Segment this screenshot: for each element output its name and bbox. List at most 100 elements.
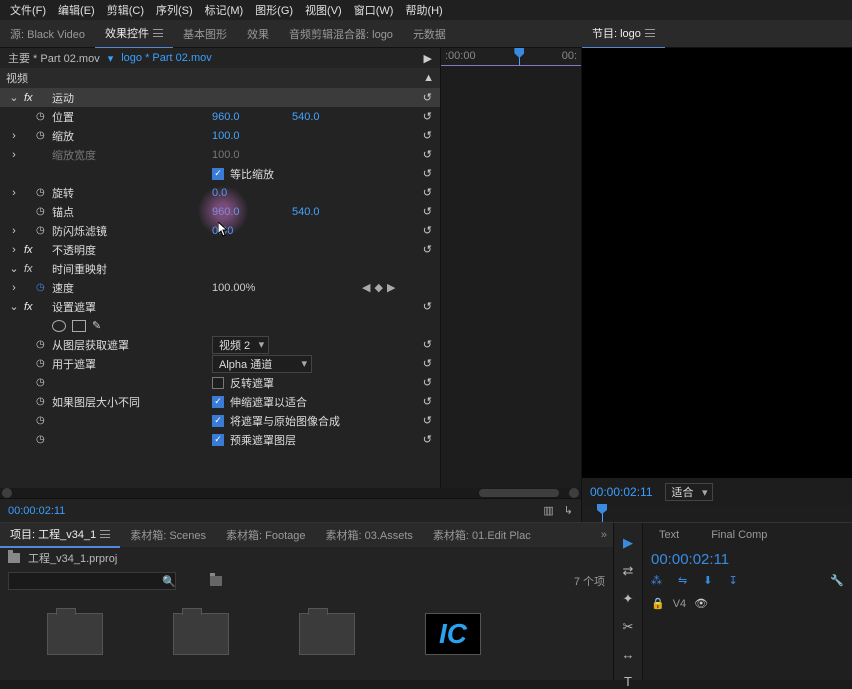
effect-timeremap[interactable]: ⌄fx 时间重映射 [0,259,440,278]
reset-takematte[interactable]: ↺ [406,338,436,351]
marker-add-icon[interactable]: ⬇ [703,574,712,587]
bin-item-2[interactable] [166,613,236,660]
prop-use-for-matte[interactable]: ◷ 用于遮罩 Alpha 通道 ↺ [0,354,440,373]
slip-tool-icon[interactable]: ↔ [622,647,635,662]
prop-premult[interactable]: ◷ 预乘遮罩图层 ↺ [0,430,440,449]
premult-checkbox[interactable] [212,434,224,446]
razor-tool-icon[interactable]: ✂ [623,619,634,635]
anchor-y[interactable]: 540.0 [292,206,362,218]
prop-composite[interactable]: ◷ 将遮罩与原始图像合成 ↺ [0,411,440,430]
ec-scroll[interactable] [0,488,581,498]
reset-scale[interactable]: ↺ [406,129,436,142]
tab-program[interactable]: 节目: logo [582,19,665,49]
program-playhead[interactable] [602,506,603,522]
logo-item[interactable]: IC [418,613,488,660]
menu-graphics[interactable]: 图形(G) [249,0,299,20]
tab-source[interactable]: 源: Black Video [0,20,95,48]
anchor-x[interactable]: 960.0 [212,206,292,218]
reset-motion[interactable]: ↺ [406,91,436,104]
stopwatch-icon[interactable]: ◷ [36,130,52,141]
reset-uniform[interactable]: ↺ [406,167,436,180]
search-icon[interactable]: 🔍 [162,575,176,588]
ec-keyframe-area[interactable] [441,66,581,488]
reset-opacity[interactable]: ↺ [406,243,436,256]
reset-invert[interactable]: ↺ [406,376,436,389]
bin-item-1[interactable] [40,613,110,660]
menu-help[interactable]: 帮助(H) [399,0,448,20]
prop-antiflicker[interactable]: ›◷ 防闪烁滤镜 0.00 ↺ [0,221,440,240]
pen-mask-icon[interactable]: ✎ [92,319,101,332]
reset-antiflicker[interactable]: ↺ [406,224,436,237]
snap-icon[interactable]: ⁂ [651,574,662,587]
reset-stretch[interactable]: ↺ [406,395,436,408]
menu-file[interactable]: 文件(F) [4,0,52,20]
program-ruler[interactable] [582,506,852,522]
timeline-tab-text[interactable]: Text [643,525,695,545]
tab-essential-graphics[interactable]: 基本图形 [173,20,237,48]
track-select-tool-icon[interactable]: ⇄ [623,563,634,579]
tab-metadata[interactable]: 元数据 [403,20,456,48]
timeline-timecode[interactable]: 00:00:02:11 [643,547,852,572]
reset-composite[interactable]: ↺ [406,414,436,427]
program-menu-icon[interactable] [645,29,655,37]
stopwatch-icon[interactable]: ◷ [36,206,52,217]
wrench-icon[interactable]: ↳ [564,504,573,517]
ellipse-mask-icon[interactable] [52,320,66,332]
reset-anchor[interactable]: ↺ [406,205,436,218]
scroll-knob-right[interactable] [569,488,579,498]
program-viewer[interactable] [582,48,852,478]
effect-motion[interactable]: ⌄fx 运动 ↺ [0,88,440,107]
tab-effect-controls[interactable]: 效果控件 [95,19,173,49]
parent-clip[interactable]: 主要 * Part 02.mov [8,50,100,66]
eye-icon[interactable]: 👁 [694,597,708,610]
project-search-input[interactable] [8,572,176,590]
next-keyframe-icon[interactable]: ▶ [387,281,395,294]
add-keyframe-icon[interactable]: ◆ [374,281,382,294]
collapse-icon[interactable]: ▲ [423,72,434,84]
stretch-checkbox[interactable] [212,396,224,408]
menu-clip[interactable]: 剪辑(C) [101,0,150,20]
prop-position[interactable]: ◷ 位置 960.0 540.0 ↺ [0,107,440,126]
menu-edit[interactable]: 编辑(E) [52,0,101,20]
rotation-value[interactable]: 0.0 [212,187,292,199]
effect-opacity[interactable]: ›fx 不透明度 ↺ [0,240,440,259]
timeline-tab-final[interactable]: Final Comp [695,525,783,545]
position-x[interactable]: 960.0 [212,111,292,123]
child-clip-link[interactable]: logo * Part 02.mov [121,52,212,64]
ripple-tool-icon[interactable]: ✦ [623,591,634,607]
scale-value[interactable]: 100.0 [212,130,292,142]
chevron-down-icon[interactable]: ▾ [108,52,114,65]
project-tab-assets[interactable]: 素材箱: 03.Assets [316,523,423,547]
stopwatch-icon[interactable]: ◷ [36,225,52,236]
menu-window[interactable]: 窗口(W) [348,0,400,20]
stopwatch-icon[interactable]: ◷ [36,187,52,198]
fit-select[interactable]: 适合 [665,483,713,501]
prev-keyframe-icon[interactable]: ◀ [362,281,370,294]
program-timecode[interactable]: 00:00:02:11 [590,485,653,499]
scroll-thumb[interactable] [479,489,559,497]
type-tool-icon[interactable]: T [624,674,632,689]
stopwatch-icon[interactable]: ◷ [36,358,52,369]
reset-usefor[interactable]: ↺ [406,357,436,370]
effect-set-matte[interactable]: ⌄fx 设置遮罩 ↺ [0,297,440,316]
prop-scale[interactable]: ›◷ 缩放 100.0 ↺ [0,126,440,145]
menu-sequence[interactable]: 序列(S) [150,0,199,20]
ec-timecode[interactable]: 00:00:02:11 [8,505,65,517]
position-y[interactable]: 540.0 [292,111,362,123]
composite-checkbox[interactable] [212,415,224,427]
reset-position[interactable]: ↺ [406,110,436,123]
tab-audio-mixer[interactable]: 音频剪辑混合器: logo [279,20,403,48]
tab-effects[interactable]: 效果 [237,20,279,48]
panel-menu-icon[interactable] [153,29,163,37]
project-tab-scenes[interactable]: 素材箱: Scenes [120,523,216,547]
stopwatch-icon[interactable]: ◷ [36,282,52,293]
prop-anchor[interactable]: ◷ 锚点 960.0 540.0 ↺ [0,202,440,221]
reset-setmatte[interactable]: ↺ [406,300,436,313]
prop-stretch-matte[interactable]: ◷ 如果图层大小不同 伸缩遮罩以适合 ↺ [0,392,440,411]
rect-mask-icon[interactable] [72,320,86,332]
new-bin-icon[interactable] [210,576,222,586]
panel-menu-icon[interactable] [100,530,110,538]
track-row-v4[interactable]: 🔒 V4 👁 [649,595,846,612]
tabs-overflow-icon[interactable]: » [595,529,613,541]
project-tab-main[interactable]: 项目: 工程_v34_1 [0,522,120,548]
